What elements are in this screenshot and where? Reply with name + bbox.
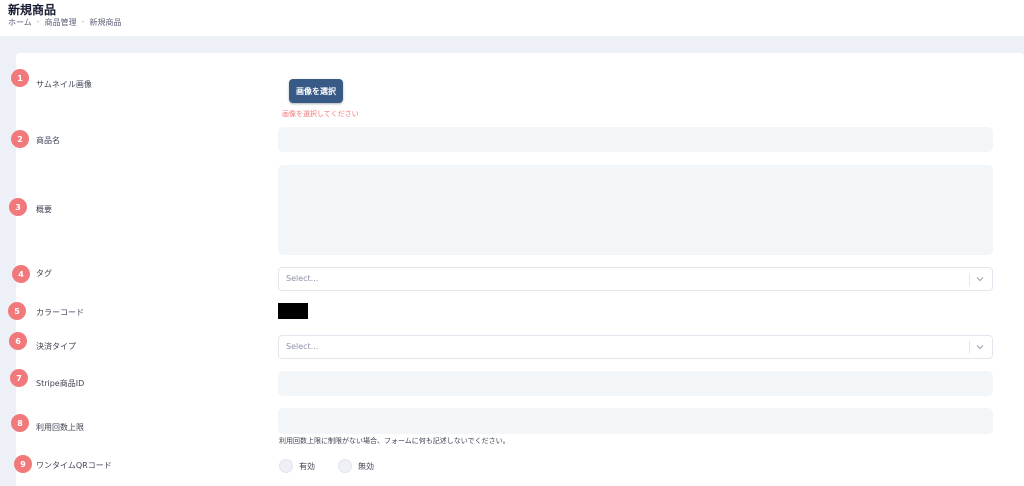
chevron-down-icon[interactable] [975,342,985,352]
select-image-button[interactable]: 画像を選択 [289,79,343,103]
tags-select[interactable]: Select... [278,267,993,291]
thumbnail-label: サムネイル画像 [36,80,92,89]
stripe-id-input[interactable] [278,371,993,396]
color-swatch[interactable] [278,303,308,319]
usage-limit-input[interactable] [278,408,993,434]
step-badge-2: 2 [11,130,29,148]
step-badge-9: 9 [14,455,32,473]
product-name-input[interactable] [278,127,993,152]
usage-limit-label: 利用回数上限 [36,423,84,432]
payment-type-label: 決済タイプ [36,342,76,351]
payment-type-select[interactable]: Select... [278,335,993,359]
page-title: 新規商品 [8,3,57,17]
select-divider [969,341,970,354]
payment-type-placeholder: Select... [286,342,319,351]
stripe-id-label: Stripe商品ID [36,379,85,388]
product-name-label: 商品名 [36,136,60,145]
breadcrumb-separator: - [81,17,85,26]
radio-enabled-circle[interactable] [279,459,293,473]
summary-textarea[interactable] [278,165,993,255]
step-badge-3: 3 [9,198,27,216]
select-divider [969,273,970,286]
step-badge-8: 8 [11,414,29,432]
breadcrumb-current: 新規商品 [89,18,122,27]
radio-enabled[interactable]: 有効 [279,459,315,473]
tags-label: タグ [36,269,52,278]
chevron-down-icon[interactable] [975,274,985,284]
radio-disabled-circle[interactable] [338,459,352,473]
breadcrumb-products[interactable]: 商品管理 [45,17,77,28]
step-badge-7: 7 [10,369,28,387]
radio-disabled[interactable]: 無効 [338,459,374,473]
step-badge-6: 6 [9,332,27,350]
thumbnail-error: 画像を選択してください [282,110,359,118]
breadcrumb-separator: - [36,17,40,26]
step-badge-5: 5 [8,302,26,320]
radio-enabled-label: 有効 [299,461,315,471]
breadcrumb-home[interactable]: ホーム [8,17,32,28]
radio-disabled-label: 無効 [358,461,374,471]
color-code-label: カラーコード [36,308,84,317]
step-badge-1: 1 [11,69,29,87]
breadcrumb: ホーム - 商品管理 - 新規商品 [8,17,122,28]
page-header: 新規商品 ホーム - 商品管理 - 新規商品 [0,0,1024,36]
summary-label: 概要 [36,205,52,214]
step-badge-4: 4 [12,265,30,283]
onetime-qr-label: ワンタイムQRコード [36,461,112,470]
tags-placeholder: Select... [286,274,319,283]
usage-limit-hint: 利用回数上限に制限がない場合、フォームに何も記述しないでください。 [279,437,510,445]
